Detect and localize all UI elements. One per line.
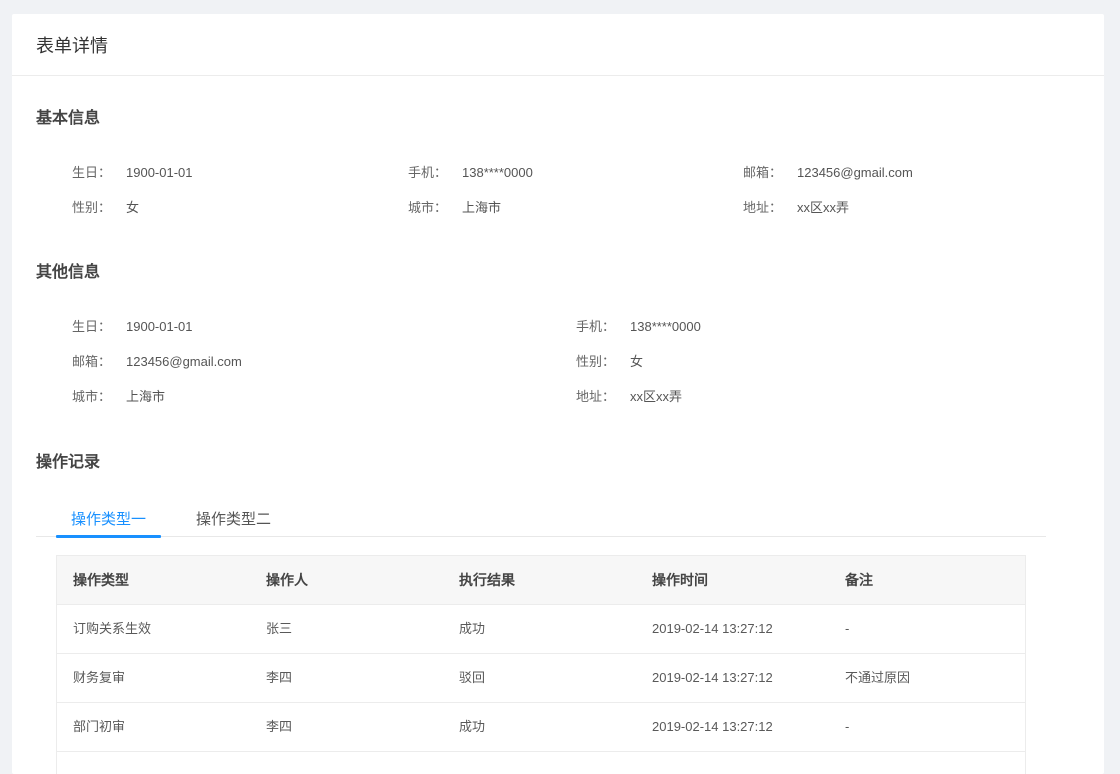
column-header: 执行结果: [459, 572, 515, 588]
field-city: 城市： 上海市: [408, 198, 501, 218]
field-value: 上海市: [462, 200, 502, 215]
field-email: 邮箱： 123456@gmail.com: [72, 352, 242, 372]
table-cell: 2019-02-14 13:27:12: [652, 719, 773, 734]
section-title-records: 操作记录: [36, 454, 101, 471]
table-cell: -: [845, 621, 850, 636]
table-row: 财务复审 李四 驳回 2019-02-14 13:27:12 不通过原因: [57, 654, 1025, 703]
table-cell: 张三: [266, 621, 293, 636]
table-cell: 李四: [266, 670, 293, 685]
table-cell: 部门初审: [73, 719, 126, 734]
section-title-other: 其他信息: [36, 264, 101, 281]
field-label: 性别：: [72, 200, 112, 215]
field-address: 地址： xx区xx弄: [743, 198, 849, 218]
field-birthday: 生日： 1900-01-01: [72, 317, 193, 337]
field-value: 女: [126, 200, 140, 215]
field-label: 生日：: [72, 165, 112, 180]
table-cell: 2019-02-14 13:27:12: [652, 670, 773, 685]
field-label: 地址：: [743, 200, 783, 215]
field-value: xx区xx弄: [797, 200, 850, 215]
page-title: 表单详情: [36, 35, 108, 56]
field-gender: 性别： 女: [576, 352, 643, 372]
table-cell: 财务复审: [73, 670, 126, 685]
table-cell: -: [845, 719, 850, 734]
table-row: 部门初审 李四 成功 2019-02-14 13:27:12 -: [57, 703, 1025, 752]
column-header: 操作人: [266, 572, 308, 588]
column-header: 操作类型: [73, 572, 129, 588]
field-label: 地址：: [576, 389, 616, 404]
field-value: xx区xx弄: [630, 389, 683, 404]
records-table: 操作类型 操作人 执行结果 操作时间 备注 订购关系生效 张三 成功 2019-…: [56, 555, 1026, 774]
field-value: 138****0000: [462, 165, 533, 180]
column-header: 操作时间: [652, 572, 708, 588]
field-value: 1900-01-01: [126, 165, 193, 180]
table-row: 订购关系生效 张三 成功 2019-02-14 13:27:12 -: [57, 605, 1025, 654]
field-value: 上海市: [126, 389, 166, 404]
field-phone: 手机： 138****0000: [576, 317, 701, 337]
tab-operation-type-1[interactable]: 操作类型一: [71, 508, 146, 529]
field-phone: 手机： 138****0000: [408, 163, 533, 183]
field-label: 邮箱：: [743, 165, 783, 180]
field-value: 123456@gmail.com: [126, 354, 242, 369]
field-label: 性别：: [576, 354, 616, 369]
field-label: 手机：: [576, 319, 616, 334]
table-cell: 订购关系生效: [73, 621, 152, 636]
field-gender: 性别： 女: [72, 198, 139, 218]
field-label: 城市：: [72, 389, 112, 404]
table-cell: 李四: [266, 719, 293, 734]
table-cell: 不通过原因: [845, 670, 911, 685]
field-value: 123456@gmail.com: [797, 165, 913, 180]
tab-operation-type-2[interactable]: 操作类型二: [196, 508, 271, 529]
table-cell: 成功: [459, 719, 486, 734]
column-header: 备注: [845, 572, 873, 588]
field-label: 生日：: [72, 319, 112, 334]
field-value: 女: [630, 354, 644, 369]
field-value: 138****0000: [630, 319, 701, 334]
table-cell: 2019-02-14 13:27:12: [652, 621, 773, 636]
field-label: 手机：: [408, 165, 448, 180]
card-header: 表单详情: [12, 14, 1104, 76]
field-address: 地址： xx区xx弄: [576, 387, 682, 407]
table-row: [57, 752, 1025, 774]
active-tab-indicator: [56, 535, 161, 538]
field-label: 邮箱：: [72, 354, 112, 369]
table-header-row: 操作类型 操作人 执行结果 操作时间 备注: [57, 556, 1025, 605]
table-cell: 成功: [459, 621, 486, 636]
table-cell: 驳回: [459, 670, 486, 685]
field-email: 邮箱： 123456@gmail.com: [743, 163, 913, 183]
field-value: 1900-01-01: [126, 319, 193, 334]
detail-card: 表单详情 基本信息 生日： 1900-01-01 手机： 138****0000…: [12, 14, 1104, 774]
field-birthday: 生日： 1900-01-01: [72, 163, 193, 183]
section-title-basic: 基本信息: [36, 110, 101, 127]
field-city: 城市： 上海市: [72, 387, 165, 407]
records-tabs: 操作类型一 操作类型二: [36, 500, 1046, 538]
field-label: 城市：: [408, 200, 448, 215]
